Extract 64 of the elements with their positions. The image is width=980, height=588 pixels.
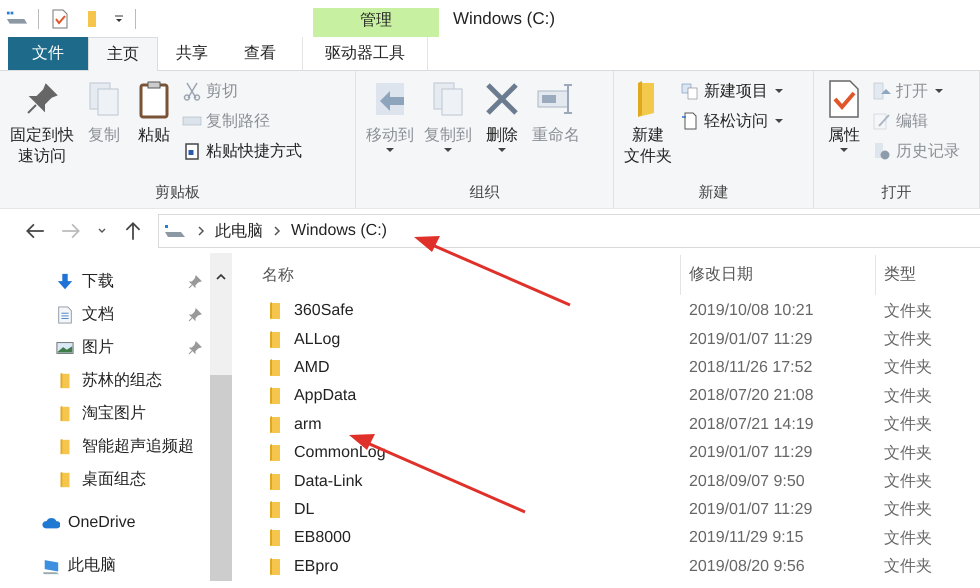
file-name[interactable]: AppData — [294, 387, 356, 406]
file-type: 文件夹 — [883, 358, 932, 378]
file-type: 文件夹 — [883, 414, 932, 436]
file-name[interactable]: arm — [294, 416, 322, 434]
nav-item[interactable]: 下载 — [0, 265, 210, 298]
file-type: 文件夹 — [883, 556, 932, 578]
modified-date: 2019/01/07 11:29 — [688, 330, 814, 349]
file-name[interactable]: ALLog — [294, 330, 340, 349]
window-title: Windows (C:) — [453, 8, 556, 28]
ribbon-button[interactable]: 属性 — [822, 77, 866, 177]
nav-item[interactable]: 图片 — [0, 331, 210, 364]
group-label: 打开 — [882, 183, 912, 203]
group-label: 新建 — [698, 183, 728, 203]
modified-date: 2018/09/07 9:50 — [688, 472, 806, 491]
ribbon-button[interactable]: 粘贴快捷方式 — [182, 137, 302, 165]
file-name[interactable]: EB8000 — [294, 529, 351, 548]
ribbon-button[interactable]: 粘贴 — [132, 77, 176, 177]
nav-item[interactable]: OneDrive — [0, 506, 210, 539]
file-name[interactable]: Data-Link — [294, 472, 362, 491]
nav-item[interactable]: 此电脑 — [0, 549, 210, 582]
column-header[interactable]: 类型 — [875, 255, 916, 295]
file-name[interactable]: AMD — [294, 358, 330, 377]
file-type: 文件夹 — [883, 528, 932, 549]
nav-item[interactable]: 文档 — [0, 298, 210, 331]
modified-date: 2018/07/21 14:19 — [688, 416, 815, 434]
ribbon-button[interactable]: 轻松访问 — [680, 107, 786, 135]
file-name[interactable]: EBpro — [294, 558, 338, 576]
file-name[interactable]: CommonLog — [294, 444, 386, 462]
contextual-tab-group: 管理 — [313, 8, 439, 37]
breadcrumb-item[interactable]: 此电脑 — [215, 220, 263, 242]
modified-date: 2019/01/07 11:29 — [688, 444, 814, 462]
modified-date: 2018/07/20 21:08 — [688, 387, 815, 406]
breadcrumb-item[interactable]: Windows (C:) — [291, 222, 388, 240]
file-type: 文件夹 — [883, 386, 932, 407]
modified-date: 2018/11/26 17:52 — [688, 358, 814, 377]
modified-date: 2019/01/07 11:29 — [688, 500, 814, 519]
group-label: 剪贴板 — [155, 183, 200, 203]
file-type: 文件夹 — [883, 302, 932, 322]
column-header[interactable]: 修改日期 — [680, 255, 875, 295]
nav-item[interactable]: 淘宝图片 — [0, 397, 210, 430]
nav-item[interactable]: 智能超声追频超 — [0, 430, 210, 463]
ribbon-button[interactable]: 新建 文件夹 — [622, 77, 674, 177]
modified-date: 2019/11/29 9:15 — [688, 529, 804, 548]
address-bar[interactable]: 此电脑 Windows (C:) — [158, 214, 980, 248]
file-name[interactable]: DL — [294, 500, 314, 519]
nav-item[interactable]: 桌面组态 — [0, 463, 210, 496]
modified-date: 2019/10/08 10:21 — [688, 302, 815, 320]
file-menu-tab[interactable]: 文件 — [8, 37, 88, 70]
ribbon-button[interactable]: 删除 — [480, 77, 524, 177]
nav-item[interactable]: 苏林的组态 — [0, 364, 210, 397]
file-name[interactable]: 360Safe — [294, 302, 354, 320]
column-header[interactable]: 名称 — [262, 264, 680, 286]
ribbon-tab[interactable]: 主页 — [88, 37, 158, 71]
file-type: 文件夹 — [883, 330, 932, 350]
ribbon-button[interactable]: 新建项目 — [680, 77, 786, 105]
file-type: 文件夹 — [883, 444, 932, 464]
file-type: 文件夹 — [883, 500, 932, 520]
ribbon-tab[interactable]: 查看 — [226, 37, 294, 70]
group-label: 组织 — [470, 183, 500, 203]
ribbon-button[interactable]: 固定到快 速访问 — [8, 77, 76, 177]
ribbon-tab[interactable]: 驱动器工具 — [302, 37, 428, 70]
ribbon-tab[interactable]: 共享 — [158, 37, 226, 70]
modified-date: 2019/08/20 9:56 — [688, 558, 806, 576]
file-type: 文件夹 — [883, 472, 932, 492]
